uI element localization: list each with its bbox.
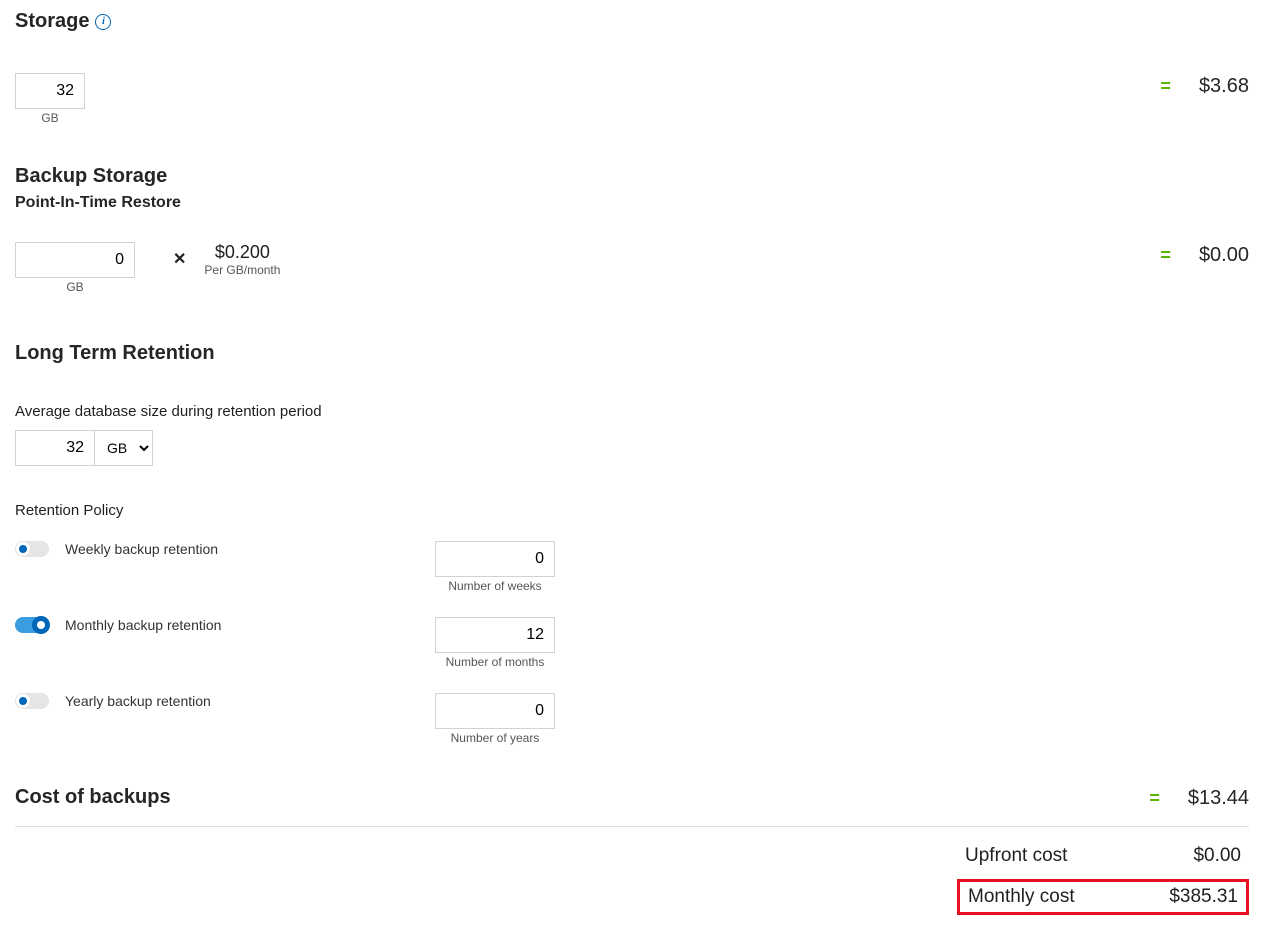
equals-sign: = [1149,788,1160,809]
yearly-retention-input[interactable] [435,693,555,729]
monthly-cost-label: Monthly cost [968,886,1075,908]
backup-rate-label: Per GB/month [204,263,280,277]
storage-title: Storage [15,10,89,33]
avg-db-size-unit-select[interactable]: GB [95,430,153,466]
backup-price: $0.00 [1199,244,1249,267]
monthly-retention-label: Monthly backup retention [65,617,221,633]
weekly-retention-toggle[interactable] [15,541,49,557]
ltr-title: Long Term Retention [15,342,215,365]
monthly-retention-sublabel: Number of months [446,655,545,669]
upfront-cost-label: Upfront cost [965,845,1067,867]
avg-db-size-input[interactable] [15,430,95,466]
cost-backups-price: $13.44 [1188,787,1249,810]
backup-storage-title: Backup Storage [15,165,167,188]
monthly-cost-row: Monthly cost $385.31 [957,879,1249,915]
upfront-cost-value: $0.00 [1193,845,1241,867]
info-icon[interactable]: i [95,14,111,30]
storage-size-input[interactable] [15,73,85,109]
upfront-cost-row: Upfront cost $0.00 [957,841,1249,871]
equals-sign: = [1160,245,1171,266]
retention-policy-label: Retention Policy [15,502,1249,519]
avg-db-size-label: Average database size during retention p… [15,403,1249,420]
equals-sign: = [1160,76,1171,97]
monthly-retention-input[interactable] [435,617,555,653]
yearly-retention-label: Yearly backup retention [65,693,211,709]
monthly-cost-value: $385.31 [1169,886,1238,908]
weekly-retention-label: Weekly backup retention [65,541,218,557]
ltr-heading: Long Term Retention [15,342,1249,365]
multiply-icon: ✕ [173,249,186,287]
monthly-retention-toggle[interactable] [15,617,49,633]
yearly-retention-toggle[interactable] [15,693,49,709]
backup-rate: $0.200 [204,242,280,263]
weekly-retention-sublabel: Number of weeks [448,579,541,593]
yearly-retention-sublabel: Number of years [451,731,540,745]
backup-storage-heading: Backup Storage [15,165,1249,188]
backup-unit-label: GB [66,280,83,294]
storage-unit-label: GB [41,111,58,125]
weekly-retention-input[interactable] [435,541,555,577]
cost-backups-heading: Cost of backups [15,786,171,809]
cost-backups-title: Cost of backups [15,786,171,809]
storage-price: $3.68 [1199,75,1249,98]
storage-heading: Storage i [15,10,1249,33]
backup-size-input[interactable] [15,242,135,278]
pitr-heading: Point-In-Time Restore [15,194,1249,212]
